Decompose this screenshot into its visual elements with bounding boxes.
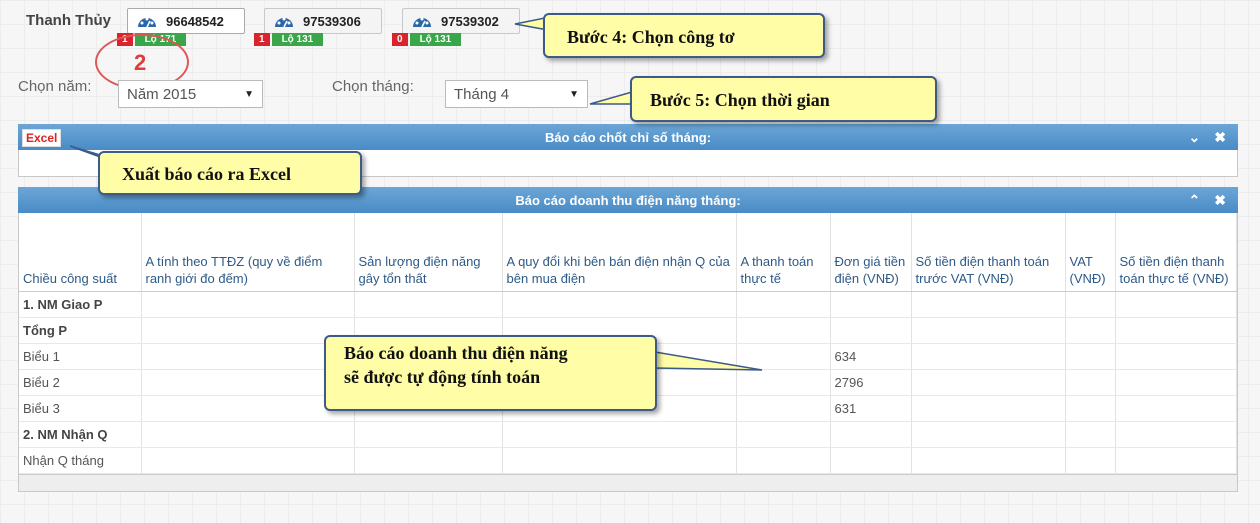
excel-callout: Xuất báo cáo ra Excel bbox=[98, 151, 362, 195]
step4-callout: Bước 4: Chọn công tơ bbox=[543, 13, 825, 58]
step5-callout: Bước 5: Chọn thời gian bbox=[630, 76, 937, 122]
auto-calc-callout: Báo cáo doanh thu điện năng sẽ được tự đ… bbox=[324, 335, 657, 411]
